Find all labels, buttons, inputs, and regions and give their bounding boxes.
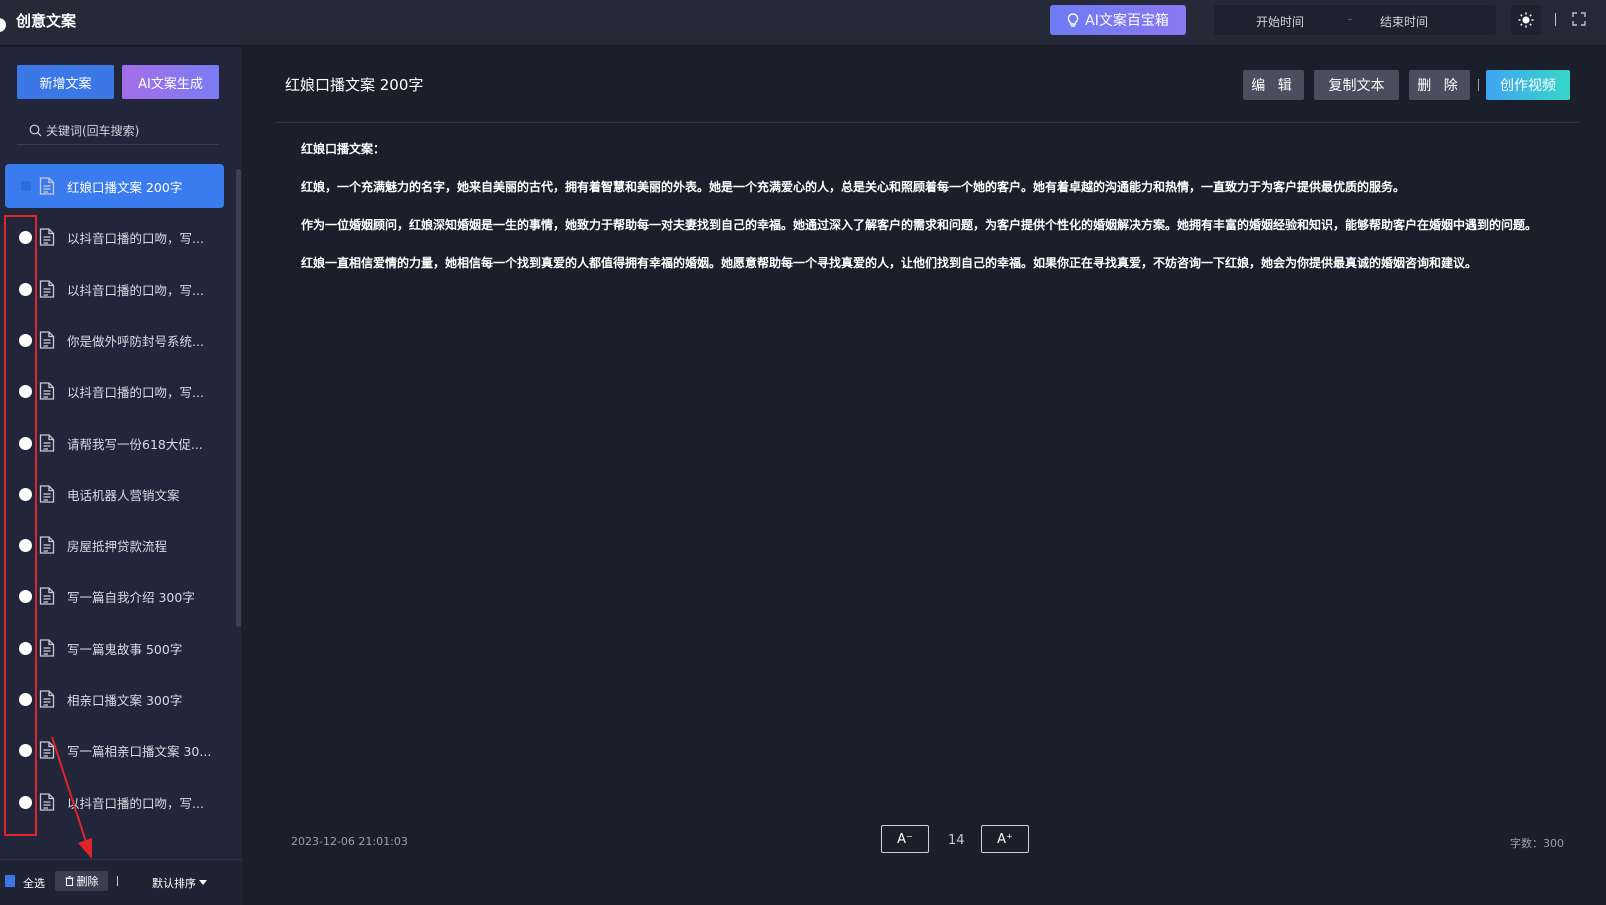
- sun-icon: [1518, 12, 1534, 28]
- content-paragraph: 红娘，一个充满魅力的名字，她来自美丽的古代，拥有着智慧和美丽的外表。她是一个充满…: [301, 180, 1406, 194]
- document-title: 红娘口播文案 200字: [285, 76, 424, 94]
- list-item[interactable]: 写一篇鬼故事 500字: [5, 626, 224, 670]
- timestamp: 2023-12-06 21:01:03: [291, 835, 408, 848]
- select-all-label[interactable]: 全选: [23, 875, 45, 891]
- ai-treasure-label: AI文案百宝箱: [1085, 13, 1169, 29]
- header-divider: [275, 122, 1579, 123]
- sort-dropdown[interactable]: 默认排序: [152, 875, 207, 891]
- list-item[interactable]: 写一篇相亲口播文案 30...: [5, 728, 224, 772]
- increase-font-button[interactable]: A⁺: [981, 825, 1029, 853]
- caret-down-icon: [199, 880, 207, 885]
- date-separator: -: [1348, 12, 1353, 26]
- content-paragraph: 作为一位婚姻顾问，红娘深知婚姻是一生的事情，她致力于帮助每一对夫妻找到自己的幸福…: [301, 218, 1538, 232]
- document-icon: [39, 536, 55, 554]
- list-item-label: 房屋抵押贷款流程: [67, 538, 168, 554]
- list-item-label: 以抖音口播的口吻，写...: [67, 282, 204, 298]
- document-icon: [39, 280, 55, 298]
- document-icon: [39, 434, 55, 452]
- date-start[interactable]: 开始时间: [1256, 13, 1304, 30]
- top-divider: [1555, 13, 1556, 26]
- list-item[interactable]: 以抖音口播的口吻，写...: [5, 780, 224, 824]
- list-scrollbar[interactable]: [236, 169, 241, 627]
- theme-toggle-button[interactable]: [1511, 5, 1541, 35]
- list-item[interactable]: 你是做外呼防封号系统...: [5, 318, 224, 362]
- list-item[interactable]: 写一篇自我介绍 300字: [5, 574, 224, 618]
- top-bar: 创意文案 AI文案百宝箱 开始时间 - 结束时间: [0, 0, 1606, 46]
- list-item[interactable]: 房屋抵押贷款流程: [5, 523, 224, 567]
- list-item[interactable]: 以抖音口播的口吻，写...: [5, 215, 224, 259]
- list-item[interactable]: 相亲口播文案 300字: [5, 677, 224, 721]
- item-select-radio[interactable]: [21, 181, 31, 191]
- copy-text-button[interactable]: 复制文本: [1314, 70, 1399, 100]
- font-size-value: 14: [948, 833, 965, 848]
- list-item-label: 写一篇相亲口播文案 30...: [67, 743, 212, 759]
- list-item-label: 写一篇自我介绍 300字: [67, 589, 195, 605]
- search-input[interactable]: [46, 123, 216, 138]
- document-icon: [39, 587, 55, 605]
- bulb-icon: [1067, 13, 1079, 27]
- sort-label: 默认排序: [152, 877, 196, 890]
- document-content: 红娘口播文案： 红娘，一个充满魅力的名字，她来自美丽的古代，拥有着智慧和美丽的外…: [301, 139, 1541, 291]
- list-item[interactable]: 请帮我写一份618大促...: [5, 421, 224, 465]
- document-icon: [39, 382, 55, 400]
- ai-generate-button[interactable]: AI文案生成: [122, 65, 219, 99]
- document-icon: [39, 793, 55, 811]
- date-range-picker[interactable]: 开始时间 - 结束时间: [1214, 5, 1496, 35]
- content-paragraph: 红娘一直相信爱情的力量，她相信每一个找到真爱的人都值得拥有幸福的婚姻。她愿意帮助…: [301, 256, 1478, 270]
- select-all-checkbox[interactable]: [5, 875, 15, 887]
- create-video-button[interactable]: 创作视频: [1486, 70, 1570, 100]
- delete-button[interactable]: 删 除: [1409, 70, 1470, 100]
- app-title: 创意文案: [16, 12, 77, 30]
- search-icon: [29, 124, 42, 137]
- footer-divider: [117, 876, 118, 886]
- fullscreen-button[interactable]: [1571, 11, 1587, 27]
- list-item-label: 以抖音口播的口吻，写...: [67, 795, 204, 811]
- list-item[interactable]: 以抖音口播的口吻，写...: [5, 267, 224, 311]
- list-item-label: 请帮我写一份618大促...: [67, 436, 203, 452]
- list-item-label: 红娘口播文案 200字: [67, 179, 183, 195]
- document-icon: [39, 741, 55, 759]
- document-icon: [39, 228, 55, 246]
- list-item-label: 以抖音口播的口吻，写...: [67, 230, 204, 246]
- list-item[interactable]: 以抖音口播的口吻，写...: [5, 369, 224, 413]
- list-item-label: 相亲口播文案 300字: [67, 692, 183, 708]
- sidebar: 新增文案 AI文案生成 红娘口播文案 200字以抖音口播的口吻，写... 以抖音口…: [0, 47, 243, 905]
- date-end[interactable]: 结束时间: [1380, 13, 1428, 30]
- list-item-label: 你是做外呼防封号系统...: [67, 333, 204, 349]
- sidebar-footer: 全选 删除 默认排序: [0, 859, 243, 905]
- document-icon: [39, 639, 55, 657]
- list-item-label: 写一篇鬼故事 500字: [67, 641, 183, 657]
- list-item-label: 电话机器人营销文案: [67, 487, 180, 503]
- action-divider: [1478, 79, 1479, 91]
- document-icon: [39, 177, 55, 195]
- main-panel: 红娘口播文案 200字 编 辑 复制文本 删 除 创作视频 红娘口播文案： 红娘…: [244, 47, 1606, 905]
- app-logo-icon: [0, 18, 6, 32]
- decrease-font-button[interactable]: A⁻: [881, 825, 929, 853]
- bulk-delete-button[interactable]: 删除: [55, 871, 108, 891]
- document-icon: [39, 485, 55, 503]
- content-paragraph: 红娘口播文案：: [301, 142, 386, 156]
- list-item[interactable]: 电话机器人营销文案: [5, 472, 224, 516]
- bulk-delete-label: 删除: [76, 875, 99, 888]
- ai-treasure-button[interactable]: AI文案百宝箱: [1050, 5, 1186, 35]
- document-icon: [39, 331, 55, 349]
- document-icon: [39, 690, 55, 708]
- word-count: 字数：300: [1510, 837, 1564, 850]
- edit-button[interactable]: 编 辑: [1243, 70, 1304, 100]
- annotation-highlight-box: [4, 215, 37, 836]
- trash-icon: [65, 876, 73, 886]
- list-item[interactable]: 红娘口播文案 200字: [5, 164, 224, 208]
- fullscreen-icon: [1572, 12, 1586, 26]
- search-box: [17, 117, 219, 145]
- list-item-label: 以抖音口播的口吻，写...: [67, 384, 204, 400]
- new-copy-button[interactable]: 新增文案: [17, 65, 114, 99]
